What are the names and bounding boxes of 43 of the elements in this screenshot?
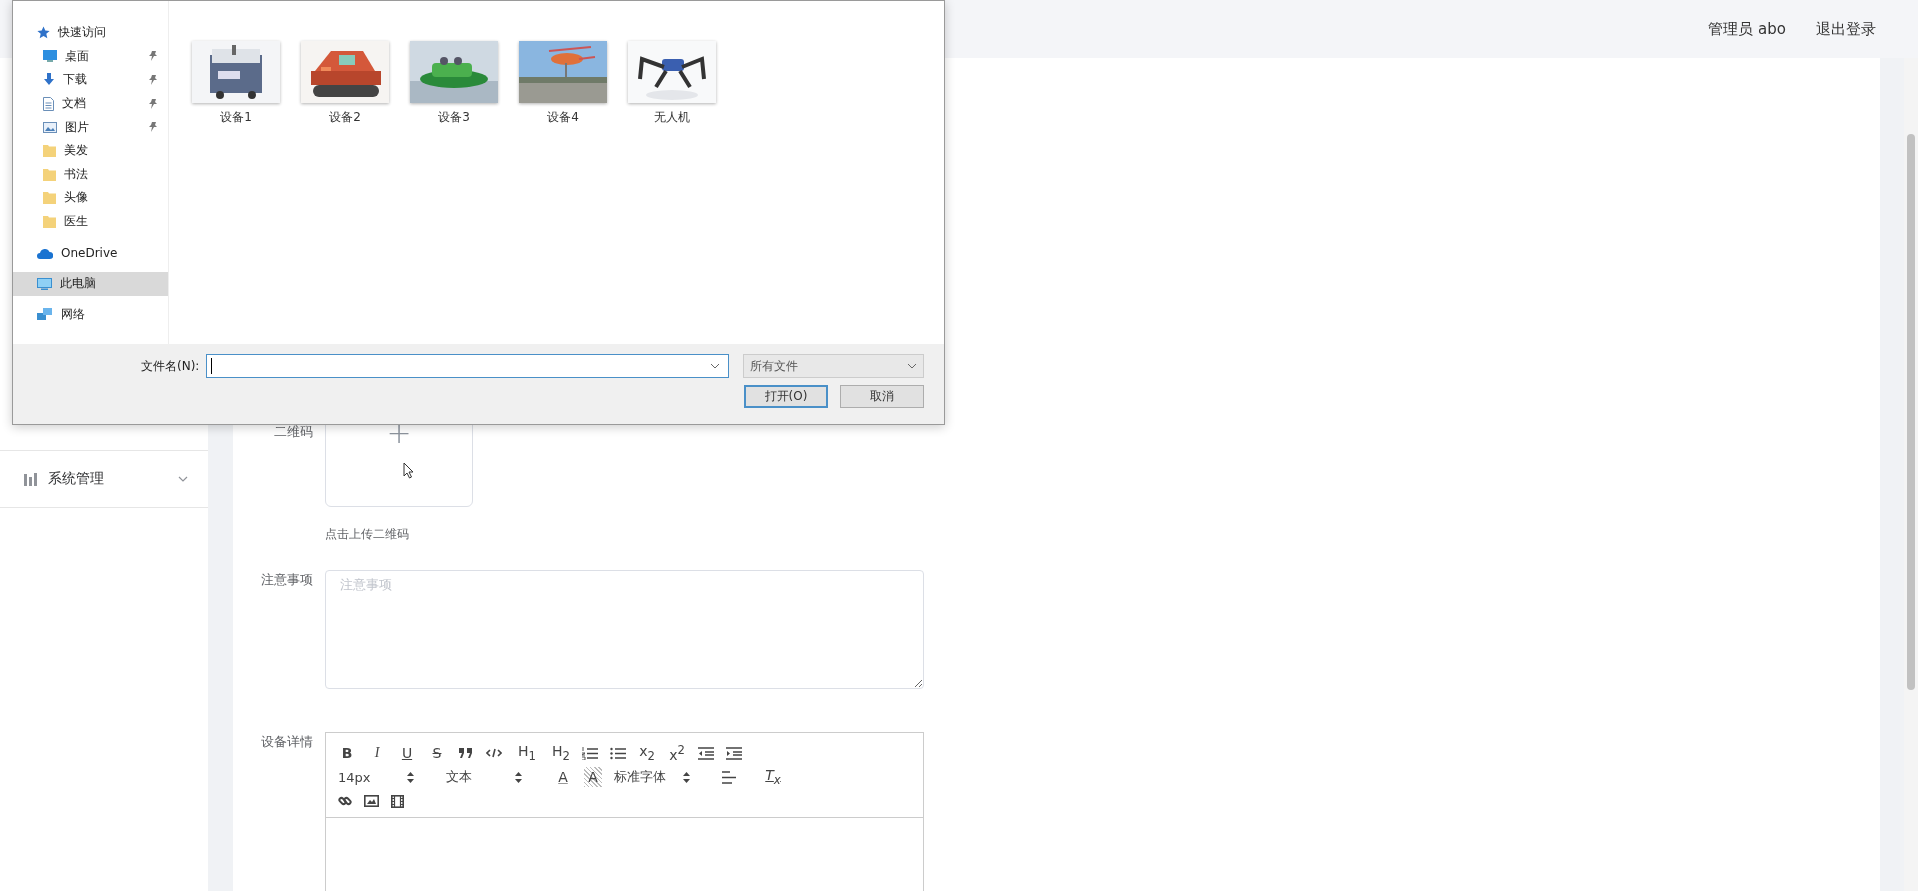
script-button[interactable]: x$_{2}$ bbox=[638, 743, 656, 763]
italic-button[interactable]: I bbox=[368, 743, 386, 763]
heading-button[interactable]: H$_{2}$ bbox=[552, 743, 570, 763]
script-button[interactable]: x$^{2}$ bbox=[668, 743, 686, 763]
strike-button[interactable]: S bbox=[428, 743, 446, 763]
field-label: 注意事项 bbox=[260, 571, 314, 589]
upload-hint: 点击上传二维码 bbox=[325, 526, 409, 543]
field-label: 二维码 bbox=[273, 423, 314, 441]
filename-label: 文件名(N): bbox=[141, 357, 201, 375]
nav-item[interactable]: 书法 bbox=[13, 162, 168, 187]
file-item[interactable]: 设备3 bbox=[409, 41, 499, 126]
clean-button[interactable]: T$_{x}$ bbox=[764, 767, 782, 787]
cancel-button[interactable]: 取消 bbox=[840, 385, 924, 408]
toolbar-select[interactable]: 文本 bbox=[446, 768, 528, 786]
nav-item[interactable]: 快速访问 bbox=[13, 21, 168, 45]
nav-item[interactable]: 图片 bbox=[13, 115, 168, 139]
text-color-button[interactable]: A bbox=[554, 767, 572, 787]
nav-item[interactable]: 下载 bbox=[13, 68, 168, 92]
bold-button[interactable]: B bbox=[338, 743, 356, 763]
file-type-dropdown[interactable]: 所有文件 bbox=[742, 354, 924, 378]
nav-item[interactable]: 医生 bbox=[13, 209, 168, 234]
nav-item[interactable]: 网络 bbox=[13, 302, 168, 327]
toolbar-select[interactable]: 标准字体 bbox=[614, 768, 696, 786]
underline-button[interactable]: U bbox=[398, 743, 416, 763]
file-item[interactable]: 无人机 bbox=[627, 41, 717, 126]
file-item[interactable]: 设备1 bbox=[191, 41, 281, 126]
nav-item[interactable]: 桌面 bbox=[13, 44, 168, 69]
field-label: 设备详情 bbox=[260, 733, 314, 751]
file-item[interactable]: 设备2 bbox=[300, 41, 390, 126]
admin-name: 管理员 abo bbox=[1708, 19, 1786, 39]
highlight-button[interactable]: A bbox=[584, 767, 602, 787]
toolbar-select[interactable]: 14px bbox=[338, 769, 420, 785]
notes-field[interactable]: 注意事项 bbox=[325, 570, 924, 689]
heading-button[interactable]: H$_{1}$ bbox=[518, 743, 536, 763]
logout-link[interactable]: 退出登录 bbox=[1816, 19, 1876, 39]
nav-item[interactable]: 文档 bbox=[13, 91, 168, 116]
sidebar-item[interactable]: 系统管理 bbox=[0, 450, 208, 508]
file-item[interactable]: 设备4 bbox=[518, 41, 608, 126]
open-button[interactable]: 打开(O) bbox=[744, 385, 828, 408]
nav-item[interactable]: 头像 bbox=[13, 186, 168, 210]
nav-item[interactable]: OneDrive bbox=[13, 241, 168, 265]
nav-item[interactable]: 美发 bbox=[13, 138, 168, 163]
nav-item[interactable]: 此电脑 bbox=[13, 271, 168, 296]
